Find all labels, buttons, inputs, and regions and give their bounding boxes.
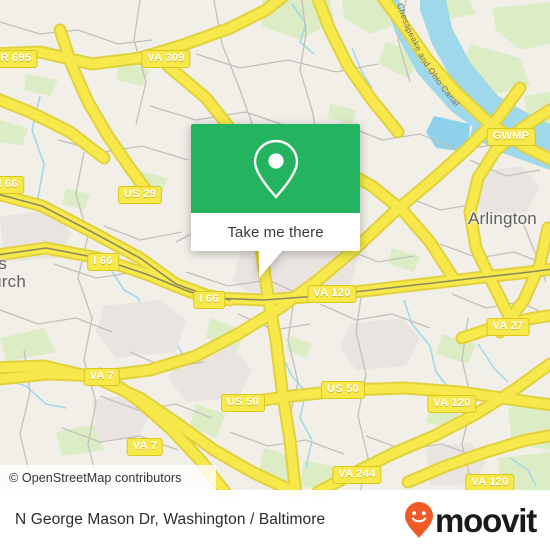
road-shield[interactable]: VA 120 [307, 285, 357, 303]
road-shield[interactable]: I 66 [193, 291, 225, 309]
road-shield[interactable]: I 66 [87, 253, 119, 271]
road-shield[interactable]: VA 309 [141, 50, 191, 68]
take-me-there-label: Take me there [227, 223, 324, 241]
location-title: N George Mason Dr, Washington / Baltimor… [15, 511, 326, 528]
moovit-logo[interactable]: moovit [404, 501, 550, 539]
location-popup[interactable]: Take me there [191, 124, 360, 278]
map-attribution[interactable]: © OpenStreetMap contributors [0, 465, 216, 490]
road-shield[interactable]: VA 27 [486, 318, 530, 336]
attribution-text: © OpenStreetMap contributors [9, 470, 182, 485]
road-shield[interactable]: VA 7 [83, 368, 121, 386]
take-me-there-button[interactable]: Take me there [191, 213, 360, 251]
road-shield[interactable]: VA 120 [427, 395, 477, 413]
popup-icon-area [191, 124, 360, 213]
map-screenshot: Chesapeake and Ohio Canal Arlington Fall… [0, 0, 550, 550]
road-shield[interactable]: VA 244 [332, 466, 382, 484]
place-label-falls-church: Falls Church [0, 254, 27, 291]
road-shield[interactable]: R 695 [0, 50, 38, 68]
popup-tail [259, 250, 283, 278]
footer-bar: N George Mason Dr, Washington / Baltimor… [0, 490, 550, 550]
road-shield[interactable]: GWMP [486, 128, 536, 146]
road-shield[interactable]: US 50 [220, 394, 266, 412]
location-pin-icon [251, 138, 301, 200]
moovit-wordmark: moovit [435, 501, 537, 539]
road-shield[interactable]: US 29 [117, 186, 163, 204]
road-shield[interactable]: I 66 [0, 176, 24, 194]
road-shield[interactable]: VA 7 [126, 438, 164, 456]
road-shield[interactable]: US 50 [320, 381, 366, 399]
moovit-smiley-pin-icon [404, 501, 434, 539]
place-label-arlington: Arlington [468, 209, 537, 228]
